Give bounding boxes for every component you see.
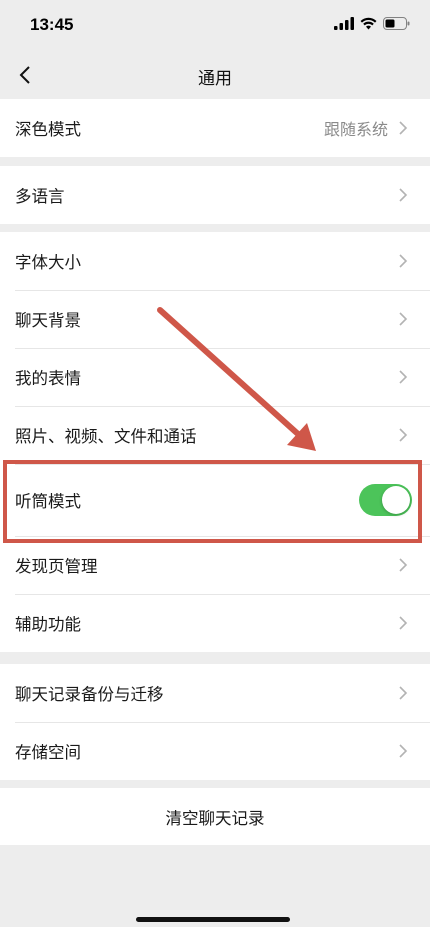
row-label: 我的表情 — [15, 369, 81, 388]
row-label: 听筒模式 — [15, 492, 81, 511]
chevron-right-icon — [399, 312, 408, 326]
chevron-right-icon — [399, 254, 408, 268]
settings-group-display: 深色模式 跟随系统 — [0, 99, 430, 157]
status-bar: 13:45 — [0, 0, 430, 52]
row-chat-background[interactable]: 聊天背景 — [0, 290, 430, 348]
chevron-right-icon — [399, 686, 408, 700]
battery-icon — [383, 17, 410, 30]
row-language[interactable]: 多语言 — [0, 166, 430, 224]
row-storage-space[interactable]: 存储空间 — [0, 722, 430, 780]
row-my-stickers[interactable]: 我的表情 — [0, 348, 430, 406]
row-label: 聊天背景 — [15, 311, 81, 330]
settings-group-general: 字体大小 聊天背景 我的表情 照片、视频、文件和通话 听筒模式 发现页管理 辅助… — [0, 232, 430, 652]
nav-bar: 通用 — [0, 52, 430, 98]
row-label: 辅助功能 — [15, 615, 81, 634]
row-dark-mode[interactable]: 深色模式 跟随系统 — [0, 99, 430, 157]
row-earpiece-mode[interactable]: 听筒模式 — [0, 464, 430, 536]
row-label: 字体大小 — [15, 253, 81, 272]
home-indicator — [136, 917, 290, 922]
row-chat-backup-migration[interactable]: 聊天记录备份与迁移 — [0, 664, 430, 722]
signal-icon — [334, 17, 354, 30]
chevron-right-icon — [399, 370, 408, 384]
status-icons — [334, 17, 410, 30]
status-time: 13:45 — [30, 15, 74, 34]
chevron-right-icon — [399, 121, 408, 135]
row-value: 跟随系统 — [323, 120, 388, 139]
earpiece-mode-toggle[interactable] — [359, 484, 412, 516]
row-discover-management[interactable]: 发现页管理 — [0, 536, 430, 594]
settings-group-language: 多语言 — [0, 166, 430, 224]
toggle-knob — [382, 486, 410, 514]
row-media-files-calls[interactable]: 照片、视频、文件和通话 — [0, 406, 430, 464]
chevron-right-icon — [399, 744, 408, 758]
settings-group-storage: 聊天记录备份与迁移 存储空间 — [0, 664, 430, 780]
page-title: 通用 — [198, 69, 232, 89]
row-label: 多语言 — [15, 187, 65, 206]
row-label: 聊天记录备份与迁移 — [15, 685, 164, 704]
chevron-right-icon — [399, 558, 408, 572]
row-label: 存储空间 — [15, 743, 81, 762]
row-accessibility[interactable]: 辅助功能 — [0, 594, 430, 652]
row-label: 发现页管理 — [15, 557, 98, 576]
chevron-right-icon — [399, 428, 408, 442]
chevron-right-icon — [399, 188, 408, 202]
clear-chat-history-button[interactable]: 清空聊天记录 — [0, 788, 430, 845]
chevron-right-icon — [399, 616, 408, 630]
row-label: 照片、视频、文件和通话 — [15, 427, 197, 446]
row-font-size[interactable]: 字体大小 — [0, 232, 430, 290]
wifi-icon — [360, 17, 377, 30]
row-label: 深色模式 — [15, 120, 81, 139]
